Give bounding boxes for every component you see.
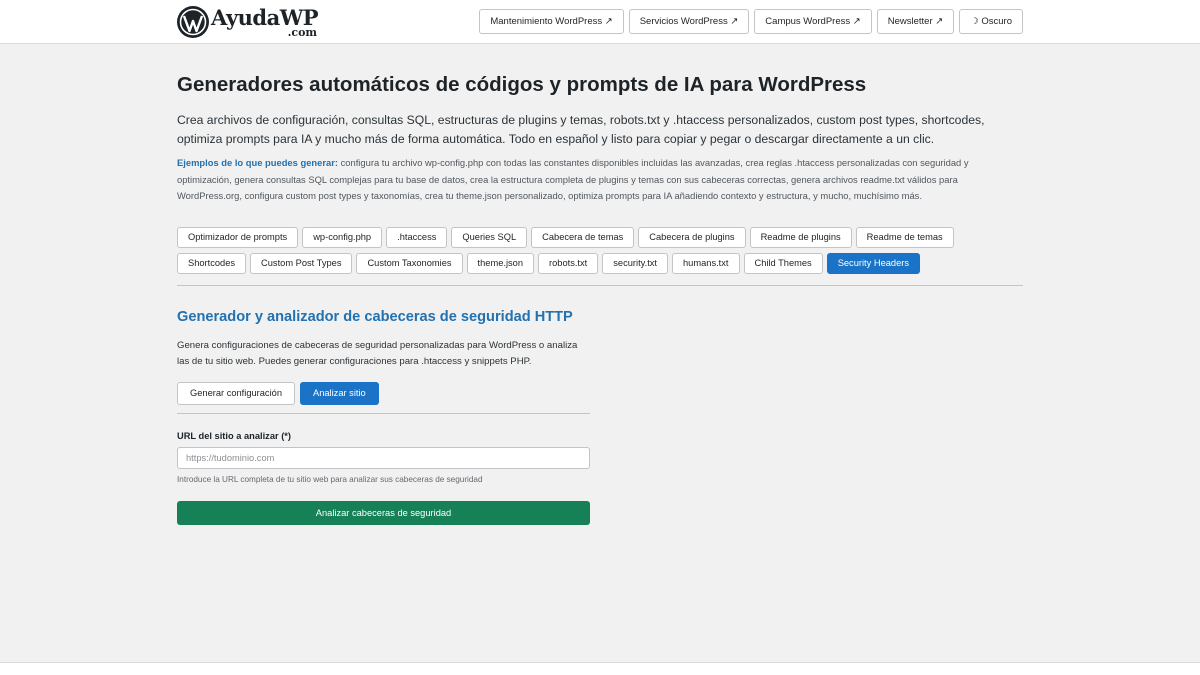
url-field-help: Introduce la URL completa de tu sitio we… xyxy=(177,475,483,484)
tab-htaccess[interactable]: .htaccess xyxy=(386,227,448,248)
examples-text: Ejemplos de lo que puedes generar: confi… xyxy=(177,155,1023,205)
tab-readme-plugins[interactable]: Readme de plugins xyxy=(749,227,852,248)
tab-theme-json[interactable]: theme.json xyxy=(466,253,535,274)
tab-wp-config[interactable]: wp-config.php xyxy=(302,227,383,248)
logo-domain: .com xyxy=(287,25,318,39)
generator-tabs: Optimizador de prompts wp-config.php .ht… xyxy=(177,227,1023,274)
tab-readme-temas[interactable]: Readme de temas xyxy=(855,227,954,248)
site-logo[interactable]: AyudaWP .com xyxy=(177,4,319,39)
tab-security-headers[interactable]: Security Headers xyxy=(826,253,920,274)
nav-newsletter-button[interactable]: Newsletter ↗ xyxy=(876,9,955,34)
site-header: AyudaWP .com Mantenimiento WordPress ↗ S… xyxy=(0,0,1200,44)
top-navigation: Mantenimiento WordPress ↗ Servicios Word… xyxy=(479,9,1023,34)
tab-queries-sql[interactable]: Queries SQL xyxy=(451,227,528,248)
tab-security-txt[interactable]: security.txt xyxy=(602,253,669,274)
tab-humans-txt[interactable]: humans.txt xyxy=(672,253,740,274)
tab-robots-txt[interactable]: robots.txt xyxy=(538,253,599,274)
tab-child-themes[interactable]: Child Themes xyxy=(743,253,823,274)
tab-custom-taxonomies[interactable]: Custom Taxonomies xyxy=(356,253,463,274)
url-field-label: URL del sitio a analizar (*) xyxy=(177,431,292,441)
site-url-input[interactable] xyxy=(177,447,590,469)
nav-mantenimiento-button[interactable]: Mantenimiento WordPress ↗ xyxy=(479,9,624,34)
logo-name: AyudaWP xyxy=(211,4,319,30)
page-footer xyxy=(0,662,1200,675)
analyze-site-button[interactable]: Analizar sitio xyxy=(300,382,379,405)
mode-divider xyxy=(177,413,590,414)
generate-config-button[interactable]: Generar configuración xyxy=(177,382,295,405)
wordpress-logo-icon xyxy=(177,6,209,38)
tab-optimizador-prompts[interactable]: Optimizador de prompts xyxy=(177,227,299,248)
mode-switcher: Generar configuración Analizar sitio xyxy=(177,382,379,405)
analyze-headers-button[interactable]: Analizar cabeceras de seguridad xyxy=(177,501,590,525)
logo-text: AyudaWP .com xyxy=(211,4,319,39)
theme-toggle-button[interactable]: ☽ Oscuro xyxy=(959,9,1023,34)
tool-title: Generador y analizador de cabeceras de s… xyxy=(177,309,573,325)
section-divider xyxy=(177,285,1023,286)
examples-lead: Ejemplos de lo que puedes generar: xyxy=(177,157,338,168)
tool-description: Genera configuraciones de cabeceras de s… xyxy=(177,340,578,367)
nav-servicios-button[interactable]: Servicios WordPress ↗ xyxy=(628,9,750,34)
nav-campus-button[interactable]: Campus WordPress ↗ xyxy=(754,9,872,34)
tab-shortcodes[interactable]: Shortcodes xyxy=(177,253,247,274)
intro-text: Crea archivos de configuración, consulta… xyxy=(177,113,985,146)
tab-custom-post-types[interactable]: Custom Post Types xyxy=(250,253,353,274)
page-title: Generadores automáticos de códigos y pro… xyxy=(177,73,867,96)
tab-cabecera-temas[interactable]: Cabecera de temas xyxy=(531,227,635,248)
tab-cabecera-plugins[interactable]: Cabecera de plugins xyxy=(638,227,746,248)
